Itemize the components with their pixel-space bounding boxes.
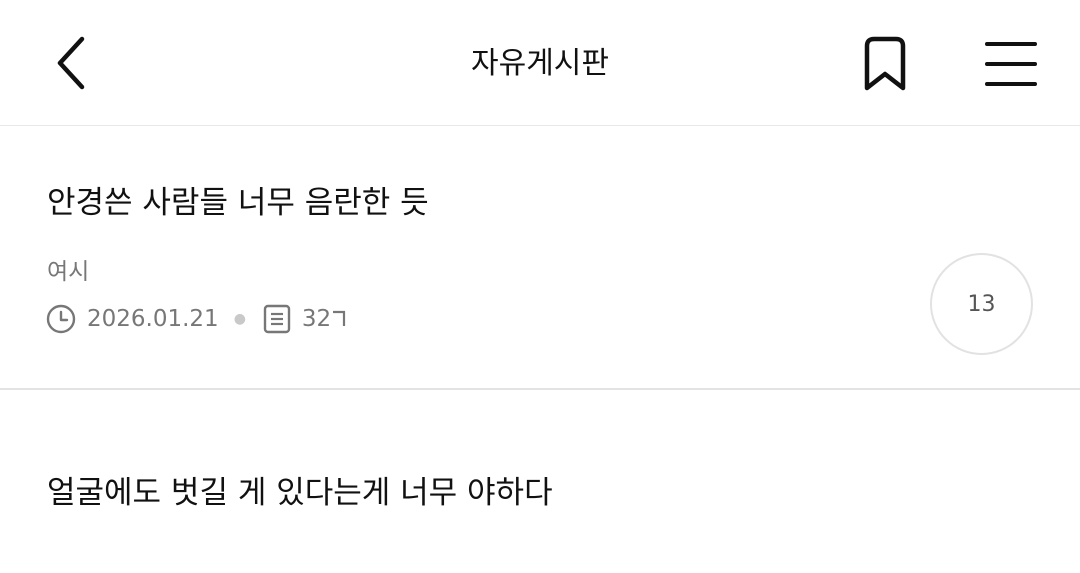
document-icon [262, 304, 292, 334]
bookmark-button[interactable] [852, 30, 918, 98]
meta-separator: ● [233, 311, 246, 327]
post-list-item[interactable]: 얼굴에도 벗길 게 있다는게 너무 야하다 [0, 391, 1080, 573]
post-meta: 2026.01.21 ● 32 [46, 303, 346, 335]
menu-button[interactable] [978, 32, 1044, 96]
post-views: 32 [302, 306, 346, 332]
hamburger-menu-icon [985, 42, 1037, 86]
post-views-value: 32 [301, 306, 332, 332]
post-list-item[interactable]: 안경쓴 사람들 너무 음란한 듯 여시 2026.01.21 ● 32 13 [0, 127, 1080, 390]
comment-count-badge[interactable]: 13 [930, 253, 1033, 355]
post-title[interactable]: 얼굴에도 벗길 게 있다는게 너무 야하다 [47, 473, 553, 513]
post-title[interactable]: 안경쓴 사람들 너무 음란한 듯 [47, 183, 429, 223]
bookmark-icon [864, 36, 906, 91]
post-date: 2026.01.21 [87, 306, 219, 332]
views-unit-glyph [333, 310, 346, 326]
app-screen: 자유게시판 안경쓴 사람들 너무 음란한 듯 여시 2026.01.21 ● 3… [0, 0, 1080, 573]
post-author: 여시 [47, 259, 90, 285]
clock-icon [46, 304, 76, 334]
page-title: 자유게시판 [471, 46, 609, 81]
top-app-bar: 자유게시판 [0, 0, 1080, 126]
